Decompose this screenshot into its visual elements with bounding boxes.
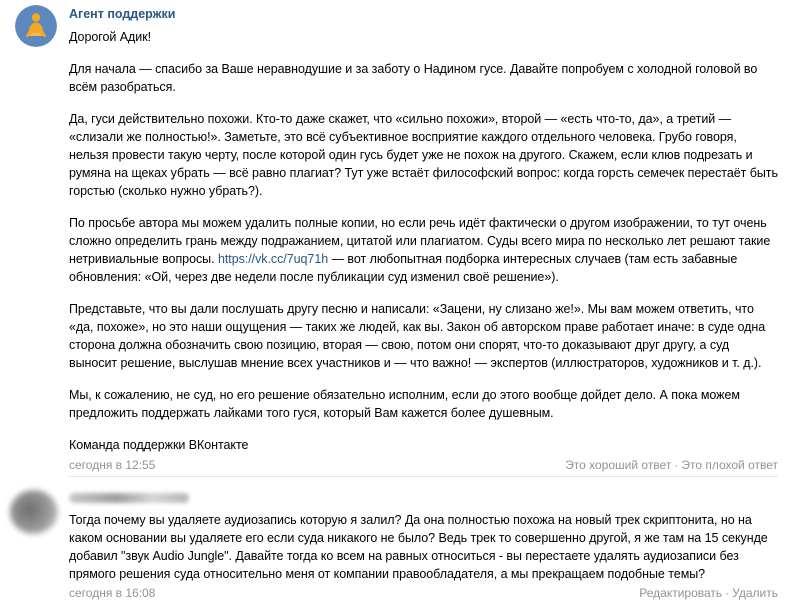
support-conversation: Агент поддержки Дорогой Адик! Для начала… (0, 0, 794, 615)
support-avatar[interactable] (15, 5, 57, 47)
paragraph-4: Представьте, что вы дали послушать другу… (69, 302, 766, 370)
signature: Команда поддержки ВКонтакте (69, 438, 249, 452)
message-meta: сегодня в 12:55 Это хороший ответ · Это пл… (69, 456, 778, 474)
user-message-time[interactable]: сегодня в 16:08 (69, 586, 155, 600)
edit-link[interactable]: Редактировать (639, 586, 722, 600)
separator: · (725, 586, 730, 600)
user-avatar[interactable] (10, 490, 58, 534)
user-message-actions: Редактировать · Удалить (639, 584, 778, 602)
paragraph-3: По просьбе автора мы можем удалить полны… (69, 214, 778, 286)
user-message-text: Тогда почему вы удаляете аудиозапись кот… (69, 513, 768, 581)
paragraph-2: Да, гуси действительно похожи. Кто-то да… (69, 112, 778, 198)
delete-link[interactable]: Удалить (732, 586, 778, 600)
paragraph-1: Для начала — спасибо за Ваше неравнодуши… (69, 62, 758, 94)
message-divider (69, 476, 778, 477)
rating-actions: Это хороший ответ · Это плохой ответ (565, 456, 778, 474)
user-name-redacted[interactable] (69, 490, 778, 505)
good-answer-link[interactable]: Это хороший ответ (565, 458, 671, 472)
cases-link[interactable]: https://vk.cc/7uq71h (218, 252, 328, 266)
message-author[interactable]: Агент поддержки (69, 7, 778, 22)
user-message-meta: сегодня в 16:08 Редактировать · Удалить (69, 584, 778, 602)
greeting: Дорогой Адик! (69, 30, 152, 44)
message-body: Дорогой Адик! Для начала — спасибо за Ва… (69, 28, 778, 454)
user-message-body: Тогда почему вы удаляете аудиозапись кот… (69, 511, 778, 583)
message-time[interactable]: сегодня в 12:55 (69, 458, 155, 472)
bad-answer-link[interactable]: Это плохой ответ (681, 458, 778, 472)
separator: · (674, 458, 679, 472)
support-agent-icon (15, 5, 57, 47)
redacted-name (69, 492, 189, 503)
paragraph-5: Мы, к сожалению, не суд, но его решение … (69, 388, 740, 420)
